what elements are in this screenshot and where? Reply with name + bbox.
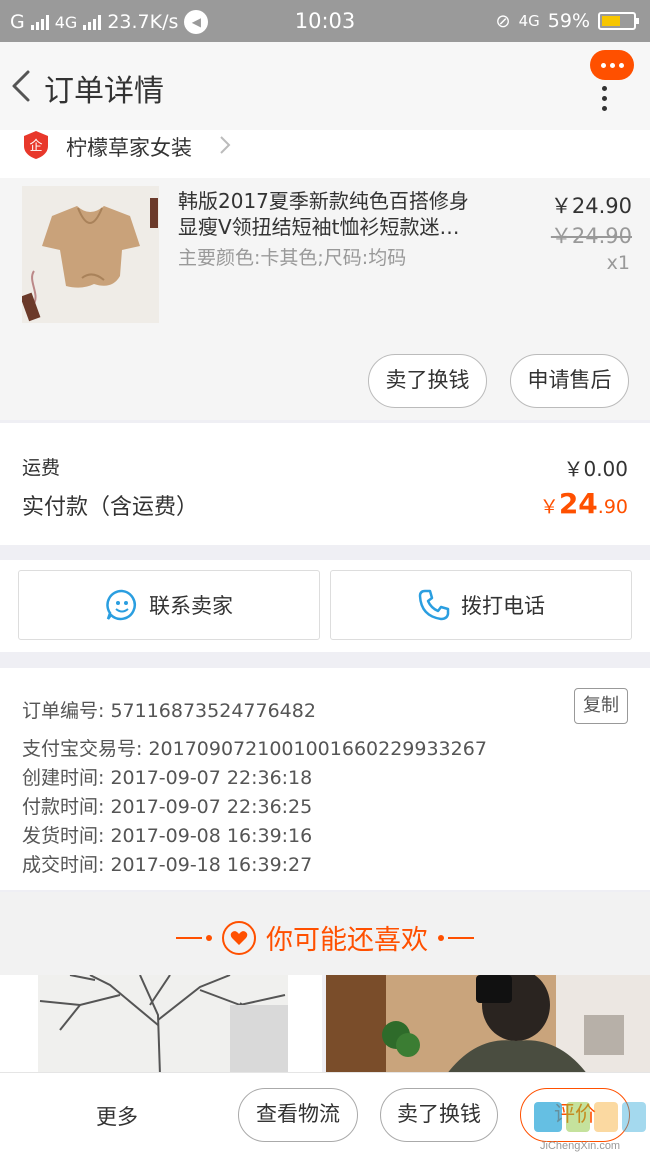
shop-badge-icon: 企	[24, 131, 48, 159]
recommend-title: 你可能还喜欢	[266, 925, 428, 956]
chat-icon	[106, 589, 136, 621]
paid-amount: ￥24.90	[540, 487, 628, 520]
paid-symbol: ￥	[539, 496, 559, 518]
watermark-text: JiChengXin.com	[540, 1140, 621, 1152]
product-quantity: x1	[606, 252, 630, 274]
phone-icon	[418, 589, 450, 621]
order-number: 订单编号: 57116873524776482	[22, 700, 316, 722]
contact-seller-button[interactable]: 联系卖家	[18, 570, 320, 640]
chevron-right-icon	[220, 136, 231, 154]
paid-time: 付款时间: 2017-09-07 22:36:25	[22, 796, 313, 818]
shipping-label: 运费	[22, 457, 61, 479]
recommend-item-image-2[interactable]	[326, 975, 650, 1075]
paid-int: 24	[558, 487, 598, 520]
recommend-item-image[interactable]	[0, 975, 322, 1075]
shop-badge-text: 企	[29, 138, 42, 154]
divider-right	[438, 934, 474, 941]
product-original-price: ￥24.90	[550, 224, 632, 248]
product-card[interactable]: 韩版2017夏季新款纯色百搭修身 显瘦V领扭结短袖t恤衫短款迷… 主要颜色:卡其…	[0, 178, 650, 420]
sell-button-bottom[interactable]: 卖了换钱	[380, 1088, 498, 1142]
alipay-number: 支付宝交易号: 2017090721001001660229933267	[22, 738, 487, 760]
product-sku: 主要颜色:卡其色;尺码:均码	[178, 247, 407, 269]
heart-icon	[222, 920, 256, 955]
more-button[interactable]: 更多	[96, 1101, 138, 1131]
more-icon[interactable]	[602, 86, 610, 116]
paid-dec: .90	[597, 496, 628, 518]
copy-button[interactable]: 复制	[574, 688, 628, 724]
shop-name[interactable]: 柠檬草家女装	[66, 132, 192, 162]
contact-seller-label: 联系卖家	[149, 594, 233, 618]
shipped-time: 发货时间: 2017-09-08 16:39:16	[22, 825, 313, 847]
page-title: 订单详情	[44, 74, 164, 109]
status-right: ⊘ 4G 59%	[495, 10, 639, 32]
divider-left	[176, 934, 212, 941]
contact-section: 联系卖家 拨打电话	[0, 560, 650, 652]
product-title-line2: 显瘦V领扭结短袖t恤衫短款迷…	[178, 215, 460, 239]
alarm-off-icon: ⊘	[495, 10, 511, 32]
product-price: ￥24.90	[550, 194, 632, 218]
created-time: 创建时间: 2017-09-07 22:36:18	[22, 767, 313, 789]
order-info: 订单编号: 57116873524776482 复制 支付宝交易号: 20170…	[0, 668, 650, 890]
product-title[interactable]: 韩版2017夏季新款纯色百搭修身 显瘦V领扭结短袖t恤衫短款迷…	[178, 188, 508, 240]
paid-label: 实付款（含运费）	[22, 495, 199, 520]
product-image[interactable]	[22, 186, 159, 323]
view-logistics-button[interactable]: 查看物流	[238, 1088, 358, 1142]
completed-time: 成交时间: 2017-09-18 16:39:27	[22, 854, 313, 876]
network-right-label: 4G	[518, 12, 540, 30]
message-bubble-icon[interactable]	[590, 50, 634, 80]
fee-summary: 运费 ￥0.00 实付款（含运费） ￥24.90	[0, 423, 650, 545]
sell-button[interactable]: 卖了换钱	[368, 354, 487, 408]
product-title-line1: 韩版2017夏季新款纯色百搭修身	[178, 189, 469, 213]
nav-bar: 订单详情	[0, 42, 650, 130]
call-button[interactable]: 拨打电话	[330, 570, 632, 640]
shipping-value: ￥0.00	[563, 457, 628, 481]
after-sale-button[interactable]: 申请售后	[510, 354, 629, 408]
back-icon[interactable]	[8, 66, 36, 106]
shop-row[interactable]: 企 柠檬草家女装	[0, 130, 650, 178]
battery-label: 59%	[547, 10, 590, 32]
recommend-header: 你可能还喜欢	[0, 892, 650, 975]
status-bar: G 4G 23.7K/s ◀ 10:03 ⊘ 4G 59%	[0, 0, 650, 42]
battery-icon	[598, 12, 639, 30]
call-label: 拨打电话	[461, 594, 545, 618]
